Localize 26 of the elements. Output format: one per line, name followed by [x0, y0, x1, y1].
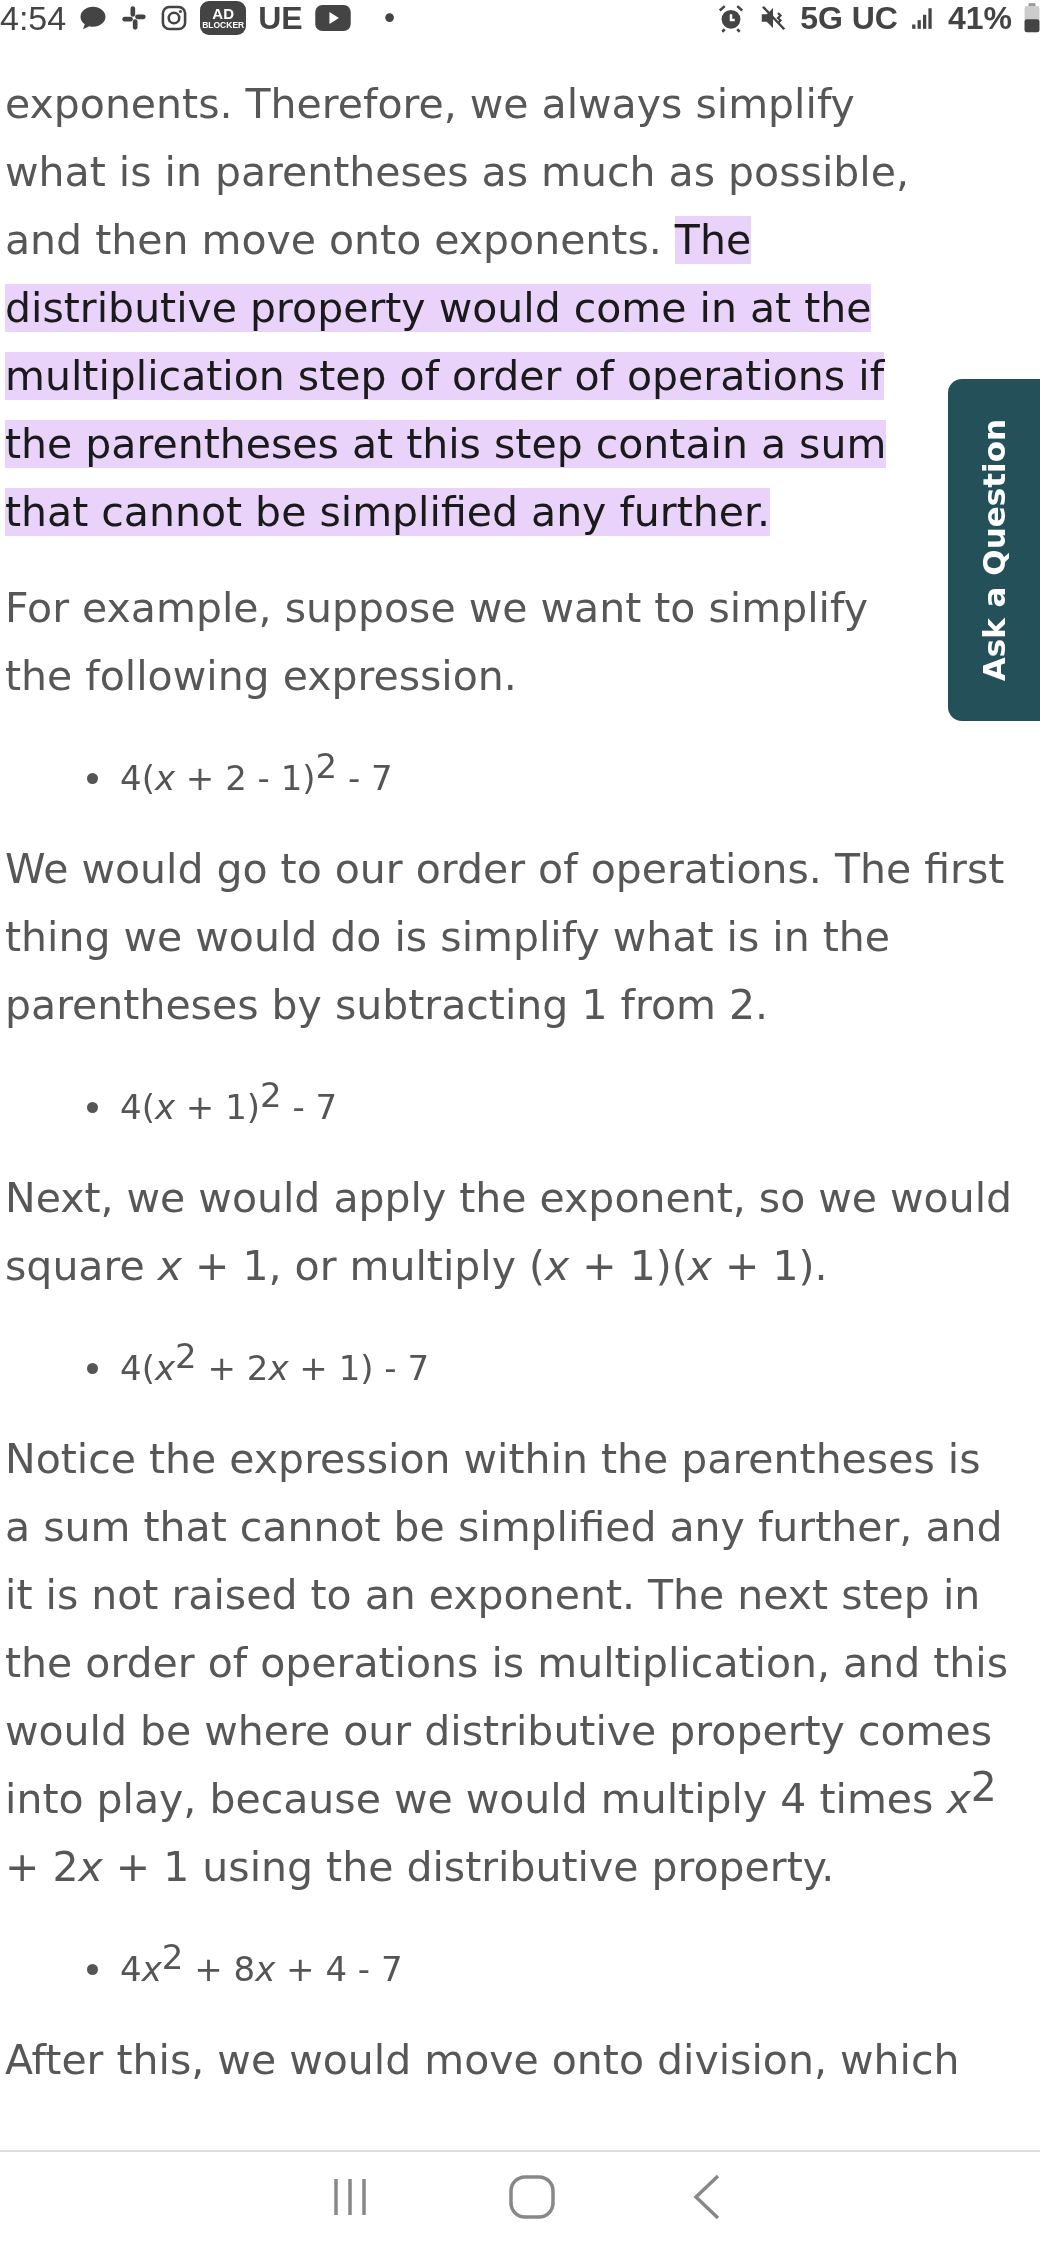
- battery-percent: 41%: [947, 0, 1012, 37]
- ask-a-question-tab[interactable]: Ask a Question: [948, 379, 1040, 721]
- math-expression: 4(x + 1)2 - 7: [120, 1082, 338, 1129]
- math-expression: 4x2 + 8x + 4 - 7: [120, 1944, 403, 1991]
- paragraph: We would go to our order of operations. The first thing we would do is simplify what is in the parentheses by subtracting 1 from 2.: [5, 844, 1006, 1031]
- network-type: 5G UC: [800, 0, 898, 37]
- ad-blocker-badge: AD BLOCKER: [200, 1, 247, 35]
- notification-dot: •: [379, 0, 399, 36]
- play-icon: [314, 5, 351, 31]
- math-expression: 4(x + 2 - 1)2 - 7: [120, 753, 393, 800]
- clock-time: 4:54: [0, 0, 67, 38]
- pinwheel-icon: [120, 4, 149, 32]
- paragraph: After this, we would move onto division, which: [5, 2035, 961, 2086]
- paragraph: Next, we would apply the exponent, so we would square x + 1, or multiply (x + 1)(x + 1).: [5, 1173, 1014, 1292]
- paragraph: For example, suppose we want to simplify the following expression.: [5, 583, 869, 702]
- paragraph: Notice the expression within the parentheses is a sum that cannot be simplified any further, and it is not raised to an exponent. The next step in the order of operations is multiplication, and this would be where our distributive property comes into play, because we would multiply 4 times x2 + 2x + 1 using the distributive property.: [5, 1434, 1010, 1893]
- math-expression: 4(x2 + 2x + 1) - 7: [120, 1343, 430, 1390]
- bullet-icon: [87, 772, 98, 784]
- battery-icon: [1024, 3, 1040, 33]
- bullet-icon: [87, 1963, 98, 1975]
- bullet-icon: [87, 1101, 98, 1113]
- home-icon[interactable]: [509, 2175, 555, 2219]
- back-icon[interactable]: [691, 2174, 722, 2220]
- app-label: UE: [258, 0, 303, 37]
- bullet-icon: [87, 1362, 98, 1374]
- camera-icon: [160, 4, 189, 32]
